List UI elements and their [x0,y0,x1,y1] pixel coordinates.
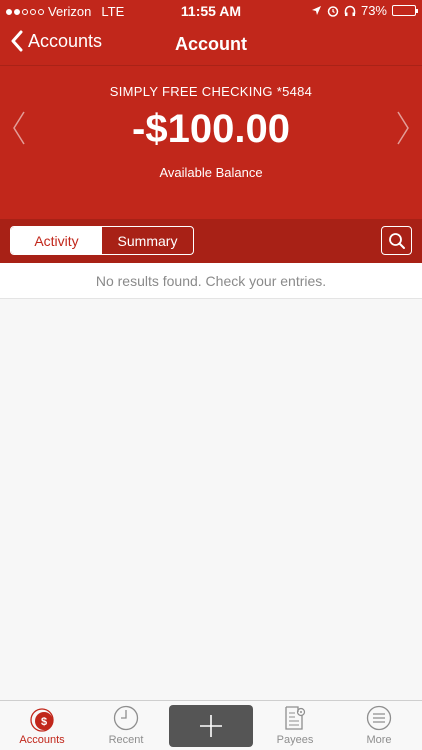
battery-icon [392,5,418,16]
tab-summary[interactable]: Summary [102,227,193,254]
headphones-icon [344,5,356,16]
clock-icon [113,705,139,731]
account-balance: -$100.00 [132,107,290,151]
accounts-dollar-icon: $ [30,708,54,732]
add-button[interactable] [169,705,253,747]
tabbar-label-more: More [366,734,392,746]
tabbar-label-recent: Recent [108,734,144,746]
alarm-clock-icon [327,5,339,17]
tabbar-item-payees[interactable]: Payees [253,701,337,750]
tabbar-item-more[interactable]: More [337,701,421,750]
account-header: Verizon LTE 11:55 AM 73% Accounts Accoun… [0,0,422,219]
empty-results-message: No results found. Check your entries. [0,263,422,299]
tab-bar: $ Accounts Recent Payees More [0,700,422,750]
search-icon [388,232,405,249]
plus-icon [200,715,222,737]
tabbar-label-payees: Payees [276,734,314,746]
activity-summary-segmented-control: Activity Summary [10,226,194,255]
nav-bar: Accounts Account [0,22,422,66]
back-button[interactable]: Accounts [10,30,102,52]
tabbar-label-accounts: Accounts [19,734,65,746]
search-button[interactable] [381,226,412,255]
balance-label: Available Balance [159,165,263,180]
chevron-left-icon [11,30,23,52]
status-bar: Verizon LTE 11:55 AM 73% [0,0,422,22]
menu-icon [366,705,392,731]
tabbar-item-recent[interactable]: Recent [84,701,168,750]
account-name: SIMPLY FREE CHECKING *5484 [109,84,313,99]
status-right: 73% [311,3,418,18]
tabbar-item-accounts[interactable]: $ Accounts [0,701,84,750]
tab-activity[interactable]: Activity [11,227,102,254]
back-button-label: Accounts [28,30,103,51]
payees-document-gear-icon [285,706,306,730]
battery-percent: 73% [360,3,387,18]
location-arrow-icon [311,6,321,15]
svg-text:$: $ [41,716,47,728]
segment-bar: Activity Summary [0,219,422,263]
